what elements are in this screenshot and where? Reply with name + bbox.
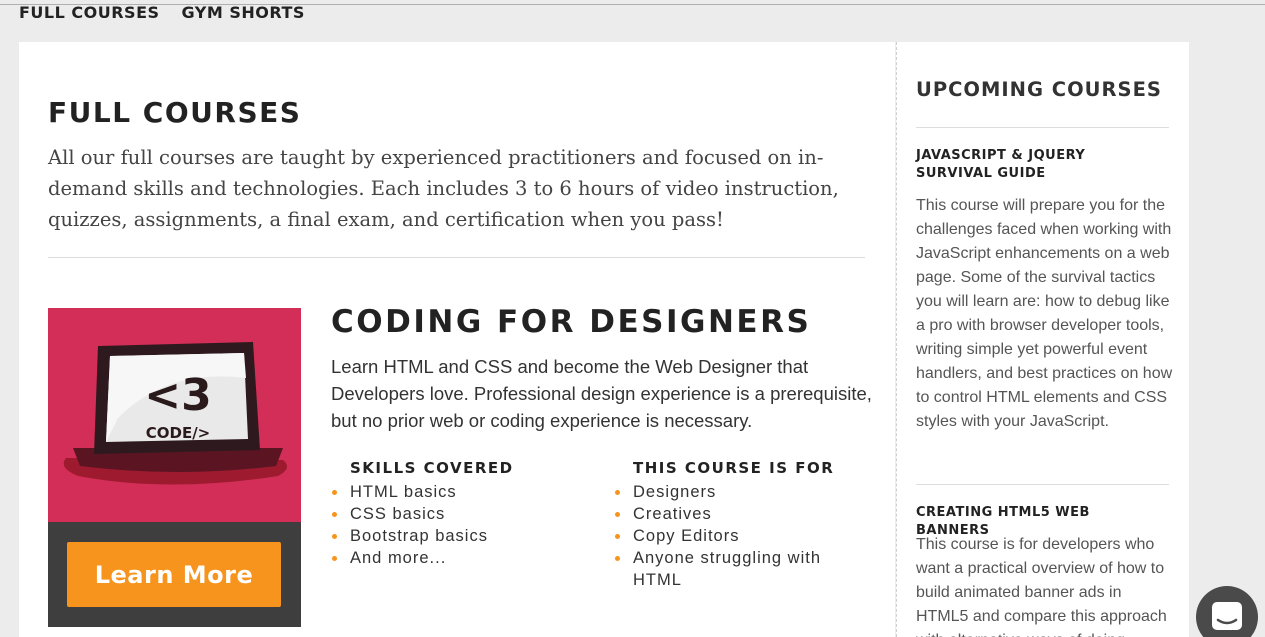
sidebar: UPCOMING COURSES JAVASCRIPT & JQUERY SUR… [896,42,1189,637]
laptop-illustration-icon: <3 CODE/> [63,342,287,485]
list-item: Anyone struggling with HTML [614,547,844,591]
divider [916,484,1169,485]
divider [48,257,865,258]
list-item: Bootstrap basics [331,525,561,547]
skills-covered-column: SKILLS COVERED HTML basics CSS basics Bo… [331,459,561,569]
learn-more-button[interactable]: Learn More [67,542,281,607]
list-item: HTML basics [331,481,561,503]
skills-list: HTML basics CSS basics Bootstrap basics … [331,481,561,569]
top-nav: FULL COURSES GYM SHORTS [19,4,305,24]
list-item: Creatives [614,503,844,525]
sidebar-course-description: This course is for developers who want a… [916,536,1167,637]
list-item: Copy Editors [614,525,844,547]
divider [916,127,1169,128]
intro-text: All our full courses are taught by exper… [48,146,839,231]
image-text-small: CODE/> [146,424,211,442]
page-title: FULL COURSES [48,96,302,129]
audience-column: THIS COURSE IS FOR Designers Creatives C… [614,459,844,591]
skills-heading: SKILLS COVERED [350,459,514,477]
sidebar-course-description: This course will prepare you for the cha… [916,197,1173,430]
image-text-big: <3 [144,370,211,421]
course-image[interactable]: <3 CODE/> [48,308,301,522]
sidebar-title: UPCOMING COURSES [916,78,1162,101]
sidebar-course-title[interactable]: JAVASCRIPT & JQUERY SURVIVAL GUIDE [916,147,1166,183]
list-item: And more... [331,547,561,569]
audience-heading: THIS COURSE IS FOR [633,459,835,477]
course-image-footer: Learn More [48,522,301,627]
main-content: FULL COURSES All our full courses are ta… [19,42,895,637]
nav-full-courses[interactable]: FULL COURSES [19,4,160,24]
course-description: Learn HTML and CSS and become the Web De… [331,356,872,431]
audience-list: Designers Creatives Copy Editors Anyone … [614,481,844,591]
nav-gym-shorts[interactable]: GYM SHORTS [182,4,305,24]
list-item: CSS basics [331,503,561,525]
chat-bubble-icon [1212,602,1242,630]
chat-button[interactable] [1196,586,1258,637]
course-title[interactable]: CODING FOR DESIGNERS [331,304,811,340]
list-item: Designers [614,481,844,503]
